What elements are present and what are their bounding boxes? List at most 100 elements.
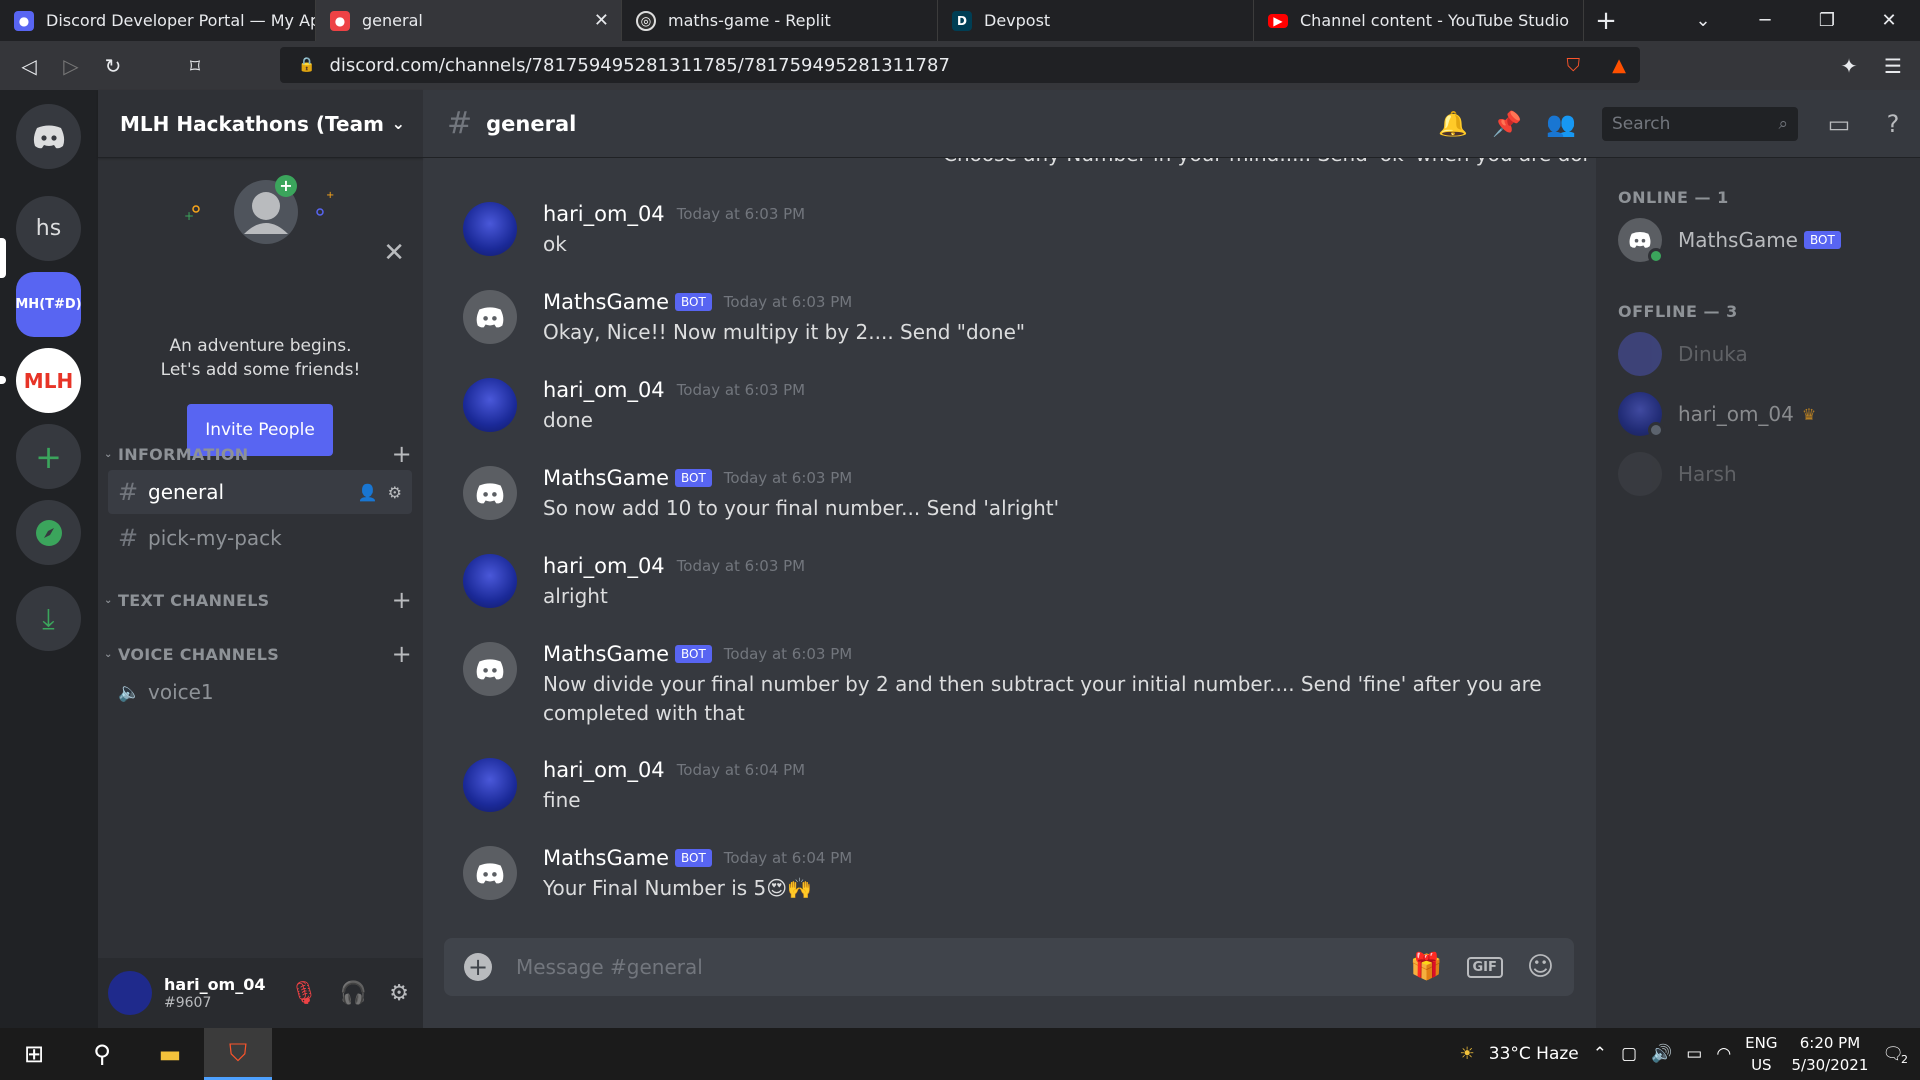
search-input[interactable]: Search ⌕ xyxy=(1602,107,1798,141)
message-list: Choose any Number in your mind..... Send… xyxy=(423,158,1588,938)
back-icon[interactable]: ◁ xyxy=(8,45,50,87)
channel-pick-my-pack[interactable]: # pick-my-pack xyxy=(108,516,412,560)
gift-icon[interactable]: 🎁 xyxy=(1410,952,1442,982)
gear-icon[interactable]: ⚙ xyxy=(388,483,402,502)
message-author[interactable]: MathsGame xyxy=(543,290,669,314)
close-icon[interactable]: ✕ xyxy=(383,238,405,268)
channel-label: voice1 xyxy=(148,680,214,704)
meet-now-icon[interactable]: ▢ xyxy=(1621,1044,1637,1064)
avatar[interactable] xyxy=(463,554,517,608)
gif-button[interactable]: GIF xyxy=(1466,956,1503,978)
message-author[interactable]: MathsGame xyxy=(543,846,669,870)
message-author[interactable]: MathsGame xyxy=(543,466,669,490)
message-author[interactable]: hari_om_04 xyxy=(543,554,665,578)
server-icon-mh[interactable]: MH(T#D) xyxy=(15,272,82,337)
member-list-icon[interactable]: 👥 xyxy=(1534,110,1588,138)
wifi-icon[interactable]: ◠ xyxy=(1716,1044,1731,1064)
battery-icon[interactable]: ▭ xyxy=(1686,1044,1702,1064)
forward-icon[interactable]: ▷ xyxy=(50,45,92,87)
add-server-button[interactable]: + xyxy=(16,424,81,489)
server-icon-hs[interactable]: hs xyxy=(16,196,81,261)
file-explorer-icon[interactable]: ▬ xyxy=(136,1028,204,1080)
avatar[interactable] xyxy=(463,642,517,696)
minimize-button[interactable]: ─ xyxy=(1734,0,1796,41)
member-hari[interactable]: hari_om_04 ♛ xyxy=(1618,392,1816,438)
message-author[interactable]: hari_om_04 xyxy=(543,758,665,782)
avatar[interactable] xyxy=(463,202,517,256)
start-windows-icon[interactable]: ⊞ xyxy=(0,1028,68,1080)
server-icon-mlh[interactable]: MLH xyxy=(16,348,81,413)
chevron-up-icon[interactable]: ⌃ xyxy=(1593,1044,1607,1064)
invite-icon[interactable]: 👤 xyxy=(358,483,378,502)
close-tab-icon[interactable]: ✕ xyxy=(594,10,609,31)
avatar[interactable] xyxy=(463,378,517,432)
bot-badge: BOT xyxy=(675,293,712,311)
message-timestamp: Today at 6:03 PM xyxy=(676,557,806,575)
channel-voice1[interactable]: 🔈 voice1 xyxy=(108,670,412,714)
browser-tab-active[interactable]: ● general ✕ xyxy=(316,0,622,41)
bell-icon[interactable]: 🔔 xyxy=(1426,110,1480,138)
bookmark-icon[interactable]: ⌑ xyxy=(174,45,216,87)
browser-tab[interactable]: ▶ Channel content - YouTube Studio xyxy=(1254,0,1584,41)
browser-tab[interactable]: ● Discord Developer Portal — My Appl xyxy=(0,0,316,41)
inbox-icon[interactable]: ▭ xyxy=(1812,110,1866,138)
create-channel-icon[interactable]: + xyxy=(392,440,412,468)
category-voice-channels[interactable]: ⌄ VOICE CHANNELS + xyxy=(104,640,416,668)
brave-rewards-icon[interactable]: ▲ xyxy=(1612,55,1626,76)
avatar[interactable] xyxy=(463,758,517,812)
search-icon[interactable]: ⚲ xyxy=(68,1028,136,1080)
member-dinuka[interactable]: Dinuka xyxy=(1618,332,1748,376)
message-composer[interactable]: + Message #general 🎁 GIF ☺ xyxy=(444,938,1574,996)
explore-servers-button[interactable] xyxy=(16,500,81,565)
avatar[interactable] xyxy=(463,290,517,344)
server-header[interactable]: MLH Hackathons (Team ... ⌄ xyxy=(98,90,423,158)
emoji-icon[interactable]: ☺ xyxy=(1527,952,1554,982)
home-button[interactable] xyxy=(16,104,81,169)
avatar[interactable] xyxy=(463,466,517,520)
restore-button[interactable]: ❐ xyxy=(1796,0,1858,41)
weather-text[interactable]: 33°C Haze xyxy=(1489,1044,1579,1064)
channel-general[interactable]: # general 👤 ⚙ xyxy=(108,470,412,514)
brave-shield-icon[interactable]: ⛉ xyxy=(1567,55,1581,76)
reload-icon[interactable]: ↻ xyxy=(92,45,134,87)
headphones-icon[interactable]: 🎧 xyxy=(340,981,367,1006)
help-icon[interactable]: ? xyxy=(1866,110,1920,138)
category-text-channels[interactable]: ⌄ TEXT CHANNELS + xyxy=(104,586,416,614)
pin-icon[interactable]: 📌 xyxy=(1480,110,1534,138)
clock[interactable]: 6:20 PM 5/30/2021 xyxy=(1791,1032,1868,1076)
volume-icon[interactable]: 🔊 xyxy=(1651,1044,1672,1064)
message-text: So now add 10 to your final number... Se… xyxy=(543,496,1060,520)
extensions-icon[interactable]: ✦ xyxy=(1828,45,1870,87)
tab-search-icon[interactable]: ⌄ xyxy=(1672,0,1734,41)
discord-icon xyxy=(476,306,504,327)
message-header: MathsGame BOT Today at 6:03 PM xyxy=(543,642,852,666)
brave-browser-icon[interactable]: ⛉ xyxy=(204,1028,272,1080)
avatar[interactable] xyxy=(108,971,152,1015)
message-author[interactable]: MathsGame xyxy=(543,642,669,666)
message-author[interactable]: hari_om_04 xyxy=(543,202,665,226)
notification-icon[interactable]: 🗨 2 xyxy=(1882,1044,1908,1066)
server-label: MH(T#D) xyxy=(15,297,82,312)
avatar[interactable] xyxy=(463,846,517,900)
member-mathsgame[interactable]: MathsGame BOT xyxy=(1618,218,1841,264)
close-window-button[interactable]: ✕ xyxy=(1858,0,1920,41)
upload-plus-icon[interactable]: + xyxy=(464,953,492,981)
server-name: MLH Hackathons (Team ... xyxy=(120,111,392,136)
create-channel-icon[interactable]: + xyxy=(392,586,412,614)
language-indicator[interactable]: ENG US xyxy=(1745,1032,1777,1076)
download-apps-button[interactable]: ⤓ xyxy=(16,586,81,651)
category-information[interactable]: ⌄ INFORMATION + xyxy=(104,440,416,468)
url-field[interactable]: 🔒 discord.com/channels/78175949528131178… xyxy=(280,47,1640,83)
new-tab-button[interactable]: + xyxy=(1584,0,1628,41)
create-channel-icon[interactable]: + xyxy=(392,640,412,668)
message-input[interactable]: Message #general xyxy=(516,955,1410,979)
weather-icon[interactable]: ☀ xyxy=(1460,1044,1475,1064)
menu-icon[interactable]: ☰ xyxy=(1872,45,1914,87)
mute-microphone-icon[interactable]: 🎙 xyxy=(290,981,318,1006)
message-author[interactable]: hari_om_04 xyxy=(543,378,665,402)
browser-tab[interactable]: ◎ maths-game - Replit xyxy=(622,0,938,41)
browser-tab[interactable]: D Devpost xyxy=(938,0,1254,41)
member-harsh[interactable]: Harsh xyxy=(1618,452,1737,496)
gear-icon[interactable]: ⚙ xyxy=(389,981,409,1006)
invite-text-line: An adventure begins. xyxy=(169,336,352,356)
